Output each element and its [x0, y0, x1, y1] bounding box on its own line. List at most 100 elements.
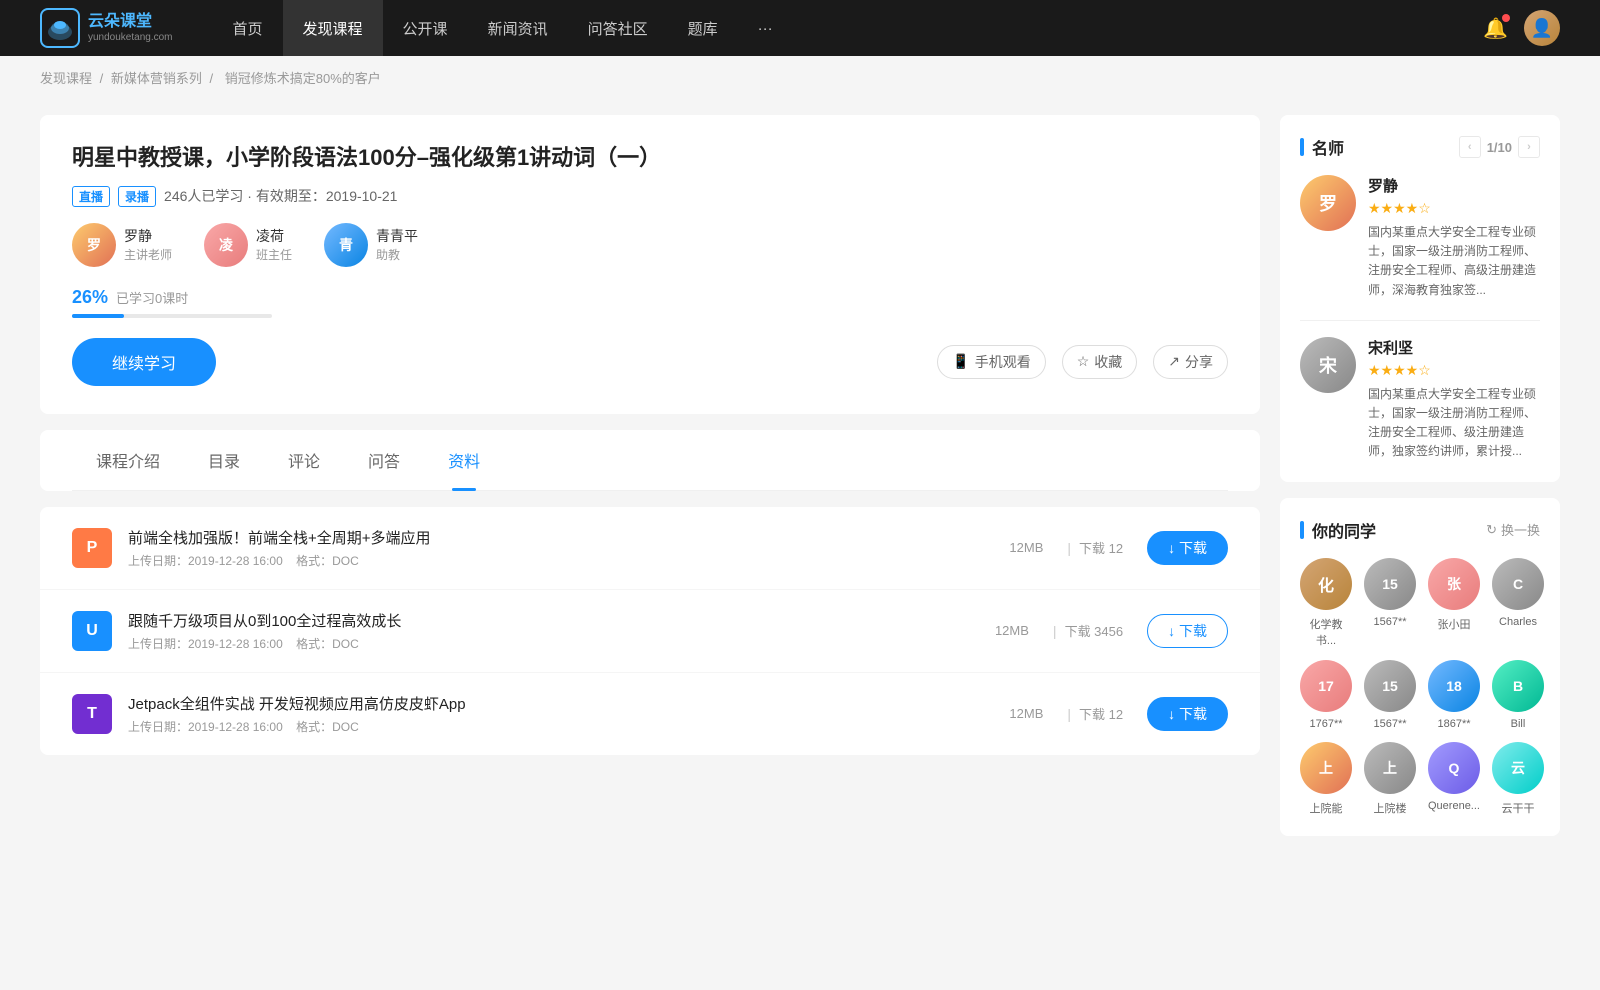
- tab-intro[interactable]: 课程介绍: [72, 430, 184, 490]
- tabs-header: 课程介绍 目录 评论 问答 资料: [72, 430, 1228, 491]
- teacher-name-0: 罗静: [124, 226, 172, 246]
- classmates-title: 你的同学: [1300, 518, 1376, 542]
- tag-record: 录播: [118, 186, 156, 207]
- course-title: 明星中教授课，小学阶段语法100分–强化级第1讲动词（一）: [72, 143, 1228, 174]
- classmates-header: 你的同学 ↻ 换一换: [1300, 518, 1540, 542]
- teachers-next[interactable]: ›: [1518, 136, 1540, 158]
- resource-count-1: 下载 3456: [1065, 621, 1124, 640]
- user-avatar[interactable]: 👤: [1524, 10, 1560, 46]
- classmate-name-6: 1867**: [1437, 718, 1470, 730]
- classmate-name-8: 上院能: [1310, 800, 1343, 816]
- classmate-name-9: 上院楼: [1374, 800, 1407, 816]
- classmate-name-10: Querene...: [1428, 800, 1480, 812]
- continue-button[interactable]: 继续学习: [72, 338, 216, 386]
- collect-button[interactable]: ☆ 收藏: [1062, 345, 1138, 379]
- nav-home[interactable]: 首页: [213, 0, 283, 56]
- classmate-6[interactable]: 18 1867**: [1428, 660, 1480, 730]
- resource-list: P 前端全栈加强版！前端全栈+全周期+多端应用 上传日期：2019-12-28 …: [40, 507, 1260, 755]
- classmate-9[interactable]: 上 上院楼: [1364, 742, 1416, 816]
- teacher-avatar-1: 凌: [204, 223, 248, 267]
- progress-fill: [72, 314, 124, 318]
- teacher-role-2: 助教: [376, 246, 418, 263]
- teachers-title: 名师 ‹ 1/10 ›: [1300, 135, 1540, 159]
- star-icon: ☆: [1077, 353, 1090, 370]
- teacher-info-1: 凌荷 班主任: [256, 226, 292, 263]
- classmate-avatar-10: Q: [1428, 742, 1480, 794]
- teacher-sidebar-body-0: 罗静 ★★★★☆ 国内某重点大学安全工程专业硕士，国家一级注册消防工程师、注册安…: [1368, 175, 1540, 300]
- classmate-1[interactable]: 15 1567**: [1364, 558, 1416, 648]
- course-tags: 直播 录播 246人已学习 · 有效期至：2019-10-21: [72, 186, 1228, 207]
- logo-text: 云朵课堂 yundouketang.com: [88, 12, 173, 43]
- teacher-item-0: 罗 罗静 主讲老师: [72, 223, 172, 267]
- teacher-sidebar-stars-1: ★★★★☆: [1368, 362, 1540, 379]
- nav-news[interactable]: 新闻资讯: [468, 0, 568, 56]
- course-teachers: 罗 罗静 主讲老师 凌 凌荷 班主任: [72, 223, 1228, 267]
- notification-bell[interactable]: 🔔: [1483, 16, 1508, 41]
- teacher-divider: [1300, 320, 1540, 321]
- resource-count-0: 下载 12: [1079, 538, 1123, 557]
- resource-meta-1: 上传日期：2019-12-28 16:00 格式：DOC: [128, 635, 995, 652]
- teacher-name-1: 凌荷: [256, 226, 292, 246]
- resource-info-0: 前端全栈加强版！前端全栈+全周期+多端应用 上传日期：2019-12-28 16…: [128, 527, 1009, 569]
- resource-item-0: P 前端全栈加强版！前端全栈+全周期+多端应用 上传日期：2019-12-28 …: [40, 507, 1260, 590]
- mobile-watch-button[interactable]: 📱 手机观看: [937, 345, 1045, 379]
- logo[interactable]: 云朵课堂 yundouketang.com: [40, 8, 173, 48]
- teachers-prev[interactable]: ‹: [1459, 136, 1481, 158]
- nav-more[interactable]: ···: [738, 0, 793, 56]
- nav-right: 🔔 👤: [1483, 10, 1560, 46]
- resource-count-2: 下载 12: [1079, 704, 1123, 723]
- download-button-0[interactable]: ↓ 下载: [1147, 531, 1228, 565]
- classmate-avatar-2: 张: [1428, 558, 1480, 610]
- teacher-item-2: 青 青青平 助教: [324, 223, 418, 267]
- resource-item-2: T Jetpack全组件实战 开发短视频应用高仿皮皮虾App 上传日期：2019…: [40, 673, 1260, 755]
- progress-pct: 26%: [72, 287, 108, 308]
- resource-title-0: 前端全栈加强版！前端全栈+全周期+多端应用: [128, 527, 1009, 548]
- breadcrumb-discover[interactable]: 发现课程: [40, 71, 92, 86]
- tab-resources[interactable]: 资料: [424, 430, 504, 490]
- classmate-10[interactable]: Q Querene...: [1428, 742, 1480, 816]
- sidebar: 名师 ‹ 1/10 › 罗 罗静 ★★★★☆ 国内某重点大学安全工程专业硕士，国…: [1280, 115, 1560, 852]
- teacher-sidebar-avatar-1: 宋: [1300, 337, 1356, 393]
- nav-quiz[interactable]: 题库: [668, 0, 738, 56]
- teacher-sidebar-name-0: 罗静: [1368, 175, 1540, 196]
- classmate-0[interactable]: 化 化学教书...: [1300, 558, 1352, 648]
- classmate-8[interactable]: 上 上院能: [1300, 742, 1352, 816]
- tab-comments[interactable]: 评论: [264, 430, 344, 490]
- classmate-11[interactable]: 云 云干干: [1492, 742, 1544, 816]
- course-card: 明星中教授课，小学阶段语法100分–强化级第1讲动词（一） 直播 录播 246人…: [40, 115, 1260, 414]
- classmate-2[interactable]: 张 张小田: [1428, 558, 1480, 648]
- resource-size-2: 12MB: [1009, 706, 1043, 721]
- teacher-avatar-2: 青: [324, 223, 368, 267]
- classmates-grid: 化 化学教书... 15 1567** 张 张小田: [1300, 558, 1540, 816]
- progress-label: 26% 已学习0课时: [72, 287, 1228, 308]
- classmate-5[interactable]: 15 1567**: [1364, 660, 1416, 730]
- tab-catalog[interactable]: 目录: [184, 430, 264, 490]
- download-button-1[interactable]: ↓ 下载: [1147, 614, 1228, 648]
- share-button[interactable]: ↗ 分享: [1153, 345, 1228, 379]
- classmate-7[interactable]: B Bill: [1492, 660, 1544, 730]
- main-container: 明星中教授课，小学阶段语法100分–强化级第1讲动词（一） 直播 录播 246人…: [0, 99, 1600, 892]
- classmate-avatar-0: 化: [1300, 558, 1352, 610]
- share-label: 分享: [1185, 352, 1213, 372]
- classmate-4[interactable]: 17 1767**: [1300, 660, 1352, 730]
- breadcrumb-series[interactable]: 新媒体营销系列: [111, 71, 202, 86]
- nav-open[interactable]: 公开课: [383, 0, 468, 56]
- teacher-sidebar-desc-1: 国内某重点大学安全工程专业硕士，国家一级注册消防工程师、注册安全工程师、级注册建…: [1368, 385, 1540, 462]
- download-button-2[interactable]: ↓ 下载: [1147, 697, 1228, 731]
- notification-dot: [1502, 14, 1510, 22]
- classmates-card: 你的同学 ↻ 换一换 化 化学教书... 15: [1280, 498, 1560, 836]
- resource-info-2: Jetpack全组件实战 开发短视频应用高仿皮皮虾App 上传日期：2019-1…: [128, 693, 1009, 735]
- classmate-name-2: 张小田: [1438, 616, 1471, 632]
- breadcrumb: 发现课程 / 新媒体营销系列 / 销冠修炼术搞定80%的客户: [0, 56, 1600, 99]
- resource-meta-2: 上传日期：2019-12-28 16:00 格式：DOC: [128, 718, 1009, 735]
- tab-qa[interactable]: 问答: [344, 430, 424, 490]
- nav-discover[interactable]: 发现课程: [283, 0, 383, 56]
- teacher-sidebar-stars-0: ★★★★☆: [1368, 200, 1540, 217]
- share-icon: ↗: [1168, 353, 1180, 370]
- classmate-name-4: 1767**: [1309, 718, 1342, 730]
- classmate-3[interactable]: C Charles: [1492, 558, 1544, 648]
- teacher-role-0: 主讲老师: [124, 246, 172, 263]
- nav-qa[interactable]: 问答社区: [568, 0, 668, 56]
- resource-item-1: U 跟随千万级项目从0到100全过程高效成长 上传日期：2019-12-28 1…: [40, 590, 1260, 673]
- refresh-button[interactable]: ↻ 换一换: [1486, 520, 1540, 539]
